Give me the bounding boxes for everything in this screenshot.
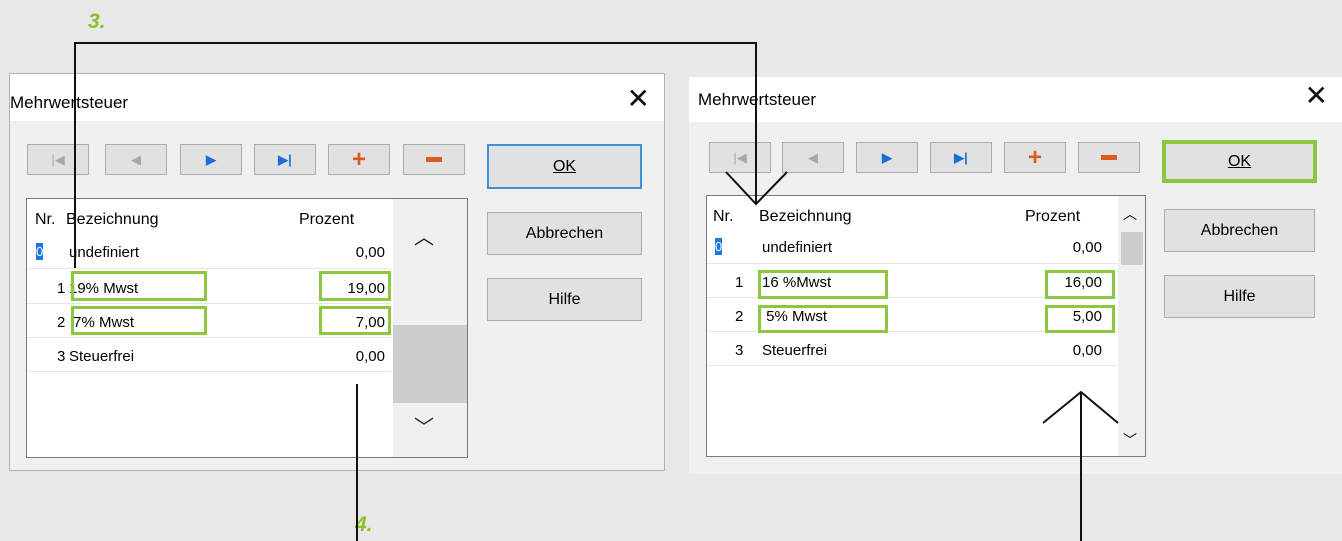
arrow-step3 <box>74 42 757 268</box>
annotation-arrows <box>74 42 1119 541</box>
